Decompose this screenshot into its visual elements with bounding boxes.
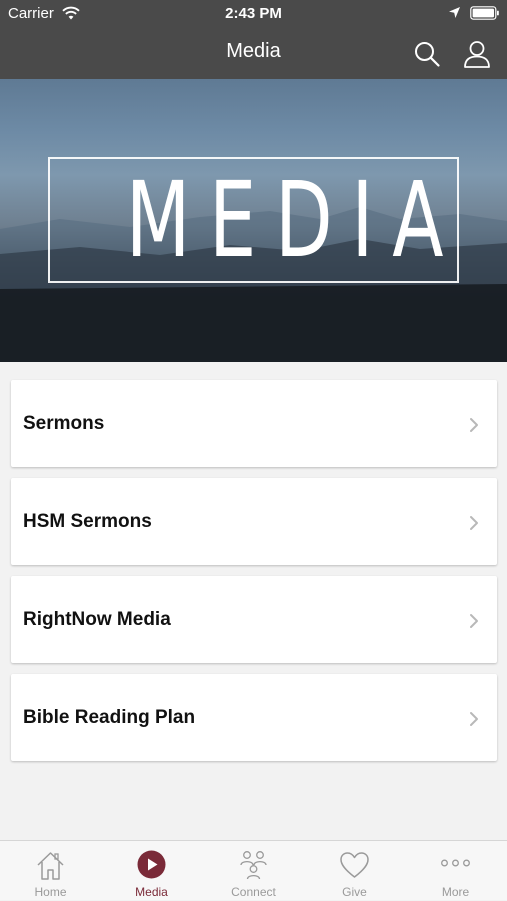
menu-item-hsm-sermons[interactable]: HSM Sermons (11, 478, 497, 565)
heart-icon (340, 852, 369, 878)
tab-media[interactable]: Media (101, 841, 202, 901)
chevron-right-icon (470, 418, 478, 432)
tab-give[interactable]: Give (304, 841, 405, 901)
location-icon (449, 7, 460, 18)
user-icon[interactable] (462, 39, 492, 69)
people-icon (240, 851, 267, 880)
media-menu-list: Sermons HSM Sermons RightNow Media Bible… (11, 380, 497, 772)
chevron-right-icon (470, 712, 478, 726)
tab-label: Home (34, 885, 67, 899)
tab-label: Give (342, 885, 367, 899)
menu-item-rightnow-media[interactable]: RightNow Media (11, 576, 497, 663)
menu-item-bible-reading-plan[interactable]: Bible Reading Plan (11, 674, 497, 761)
tab-label: Media (135, 885, 168, 899)
search-icon[interactable] (413, 40, 441, 68)
chevron-right-icon (470, 614, 478, 628)
status-bar: Carrier 2:43 PM (0, 0, 507, 28)
hero-title: MEDIA (125, 159, 463, 281)
tab-connect[interactable]: Connect (203, 841, 304, 901)
menu-item-label: Sermons (23, 413, 105, 434)
play-icon (137, 850, 166, 879)
chevron-right-icon (470, 516, 478, 530)
tab-label: Connect (231, 885, 276, 899)
more-icon (441, 859, 470, 867)
tab-label: More (441, 885, 470, 899)
hero-banner: MEDIA (0, 79, 507, 362)
tab-home[interactable]: Home (0, 841, 101, 901)
hero-title-frame: MEDIA (48, 157, 459, 283)
home-icon (37, 852, 64, 880)
menu-item-sermons[interactable]: Sermons (11, 380, 497, 467)
status-time: 2:43 PM (225, 5, 282, 22)
battery-icon (470, 6, 499, 20)
menu-item-label: HSM Sermons (23, 511, 152, 532)
tab-bar: Home Media Connect Give More (0, 840, 507, 900)
header: Carrier 2:43 PM Media (0, 0, 507, 79)
tab-more[interactable]: More (405, 841, 506, 901)
menu-item-label: RightNow Media (23, 609, 171, 630)
menu-item-label: Bible Reading Plan (23, 707, 196, 728)
